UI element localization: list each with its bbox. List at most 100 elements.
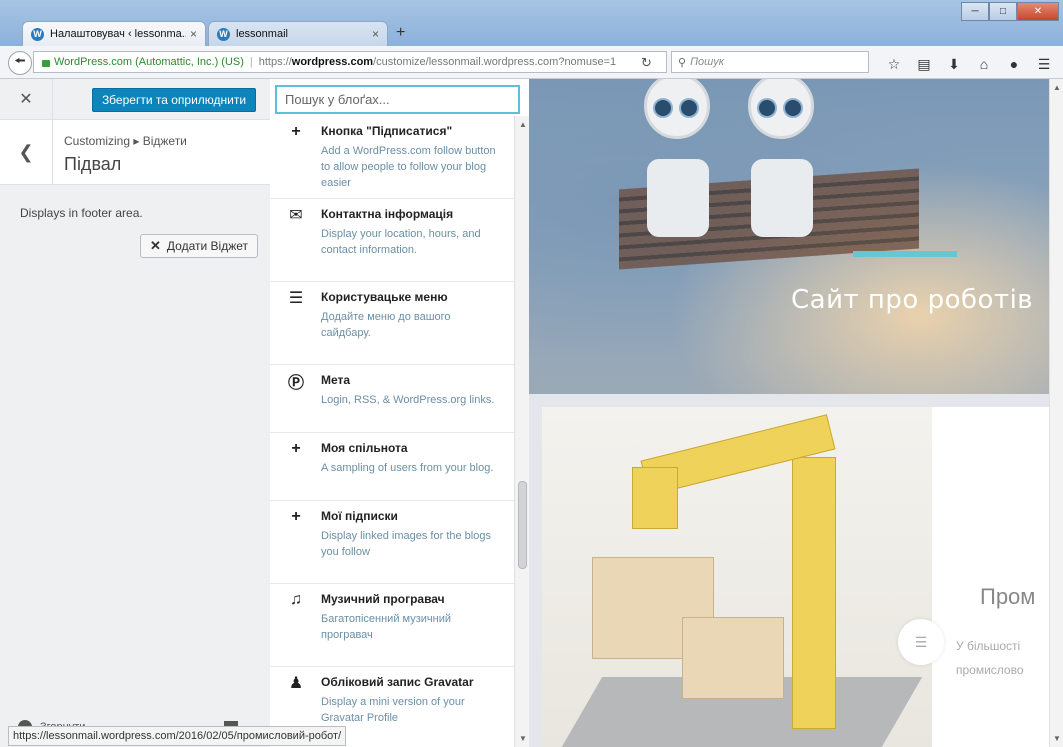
widget-title: Мета	[321, 373, 351, 387]
arrow-left-icon: 🠘	[14, 53, 26, 68]
widget-description: Display a mini version of your Gravatar …	[321, 696, 465, 724]
url-path: /customize/lessonmail.wordpress.com?nomu…	[373, 56, 617, 68]
widget-item[interactable]: + Мої підписки Display linked images for…	[270, 501, 514, 584]
tab-title: lessonmail	[236, 28, 288, 40]
post-excerpt-line: У більшості	[956, 639, 1021, 653]
robot-eye	[783, 98, 803, 118]
home-icon[interactable]: ⌂	[976, 56, 992, 73]
bookmarks-list-icon[interactable]: ▤	[916, 56, 932, 73]
post-title[interactable]: Пром	[980, 584, 1035, 610]
save-publish-button[interactable]: Зберегти та оприлюднити	[92, 88, 256, 112]
widget-item[interactable]: Ⓟ Мета Login, RSS, & WordPress.org links…	[270, 365, 514, 433]
widget-item[interactable]: ✉ Контактна інформація Display your loca…	[270, 199, 514, 282]
section-title: Підвал	[64, 154, 122, 174]
close-window-button[interactable]: ✕	[1017, 2, 1059, 21]
widget-item[interactable]: ♫ Музичний програвач Багатопісенний музи…	[270, 584, 514, 667]
robot-body	[647, 159, 709, 237]
widget-title: Мої підписки	[321, 509, 398, 523]
url-separator: |	[249, 56, 253, 68]
widget-item[interactable]: + Моя спільнота A sampling of users from…	[270, 433, 514, 501]
post-excerpt-line: промислово	[956, 663, 1024, 677]
browser-titlebar: W Налаштовувач ‹ lessonma... × W lessonm…	[0, 0, 1063, 46]
scroll-down-icon[interactable]: ▼	[1053, 734, 1061, 743]
box-graphic	[682, 617, 784, 699]
wordpress-icon: W	[217, 27, 230, 41]
robot-body	[751, 159, 813, 237]
featured-post[interactable]: ☰ Пром У більшості промислово	[542, 407, 1049, 747]
tab-customizer[interactable]: W Налаштовувач ‹ lessonma... ×	[22, 21, 206, 46]
customizer-panel: ✕ Зберегти та оприлюднити ❮ Customizing …	[0, 79, 271, 747]
widget-description: Багатопісенний музичний програвач	[321, 613, 451, 641]
widget-description: Add a WordPress.com follow button to all…	[321, 145, 496, 189]
site-identity[interactable]: WordPress.com (Automattic, Inc.) (US)	[54, 56, 244, 68]
widget-description: Додайте меню до вашого сайдбару.	[321, 311, 451, 339]
plus-icon: +	[291, 440, 301, 457]
person-icon: ♟	[288, 675, 304, 692]
bookmark-star-icon[interactable]: ☆	[886, 56, 902, 73]
reload-icon[interactable]: ↻	[641, 55, 652, 71]
widget-description: Display linked images for the blogs you …	[321, 530, 491, 558]
robot-arm-graphic	[632, 467, 678, 529]
widget-title: Користувацьке меню	[321, 290, 448, 304]
available-widgets-panel: + Кнопка "Підписатися" Add a WordPress.c…	[270, 79, 530, 747]
widget-item[interactable]: ☰ Користувацьке меню Додайте меню до ваш…	[270, 282, 514, 365]
window-controls: ─ □ ✕	[961, 2, 1059, 21]
tab-title: Налаштовувач ‹ lessonma...	[50, 28, 186, 40]
search-placeholder: Пошук	[690, 56, 724, 68]
widget-title: Обліковий запис Gravatar	[321, 675, 474, 689]
close-tab-icon[interactable]: ×	[190, 27, 197, 41]
site-title[interactable]: Сайт про роботів	[791, 285, 1033, 315]
header-accent-bar	[853, 251, 957, 257]
maximize-button[interactable]: □	[989, 2, 1017, 21]
search-icon: ⚲	[678, 56, 687, 69]
envelope-icon: ✉	[289, 207, 303, 224]
breadcrumb: Customizing ▸ Віджети	[64, 134, 187, 148]
widget-description: Login, RSS, & WordPress.org links.	[321, 394, 495, 406]
robot-head	[748, 79, 814, 139]
widget-search-input[interactable]	[275, 85, 520, 114]
chevron-left-icon[interactable]: ❮	[0, 120, 53, 184]
widget-list-scrollbar[interactable]: ▲ ▼	[514, 116, 529, 747]
customizer-header: ✕ Зберегти та оприлюднити	[0, 79, 270, 120]
close-tab-icon[interactable]: ×	[372, 27, 379, 41]
preview-scrollbar[interactable]: ▲ ▼	[1049, 79, 1063, 747]
scrollbar-thumb[interactable]	[518, 481, 527, 569]
toolbar-icons: ☆ ▤ ⬇ ⌂ ● ☰	[886, 56, 1052, 73]
wordpress-icon: Ⓟ	[287, 375, 304, 392]
robot-eye	[679, 98, 699, 118]
back-button[interactable]: 🠘	[8, 51, 32, 75]
robot-eye	[653, 98, 673, 118]
scroll-up-icon[interactable]: ▲	[519, 120, 527, 129]
widget-description: A sampling of users from your blog.	[321, 462, 494, 474]
widget-title: Музичний програвач	[321, 592, 445, 606]
status-bar-url: https://lessonmail.wordpress.com/2016/02…	[8, 726, 347, 746]
chat-icon[interactable]: ●	[1006, 56, 1022, 73]
url-scheme: https://	[258, 56, 292, 68]
tab-lessonmail[interactable]: W lessonmail ×	[208, 21, 388, 46]
wordpress-icon: W	[31, 27, 44, 41]
url-host: wordpress.com	[291, 56, 374, 68]
downloads-icon[interactable]: ⬇	[946, 56, 962, 73]
site-preview: Сайт про роботів ☰ Пром У більшості пром…	[529, 79, 1049, 747]
widget-item[interactable]: + Кнопка "Підписатися" Add a WordPress.c…	[270, 116, 514, 199]
lock-icon	[42, 59, 50, 67]
robot-arm-graphic	[792, 457, 836, 729]
scroll-down-icon[interactable]: ▼	[519, 734, 527, 743]
post-format-icon: ☰	[898, 619, 944, 665]
menu-icon: ☰	[288, 290, 304, 307]
new-tab-button[interactable]: +	[396, 24, 405, 42]
navigation-toolbar: 🠘 WordPress.com (Automattic, Inc.) (US) …	[0, 46, 1063, 79]
scroll-up-icon[interactable]: ▲	[1053, 83, 1061, 92]
music-note-icon: ♫	[290, 591, 302, 608]
minimize-button[interactable]: ─	[961, 2, 989, 21]
section-description: Displays in footer area.	[20, 206, 143, 220]
browser-search-box[interactable]: ⚲ Пошук	[671, 51, 869, 73]
header-image: Сайт про роботів	[529, 79, 1049, 394]
menu-icon[interactable]: ☰	[1036, 56, 1052, 73]
add-widget-button[interactable]: ✕ Додати Віджет	[140, 234, 258, 258]
close-icon: ✕	[150, 238, 161, 253]
close-customizer-icon[interactable]: ✕	[0, 79, 53, 119]
post-image[interactable]	[542, 407, 932, 747]
url-bar[interactable]: WordPress.com (Automattic, Inc.) (US) | …	[33, 51, 667, 73]
plus-icon: +	[291, 508, 301, 525]
